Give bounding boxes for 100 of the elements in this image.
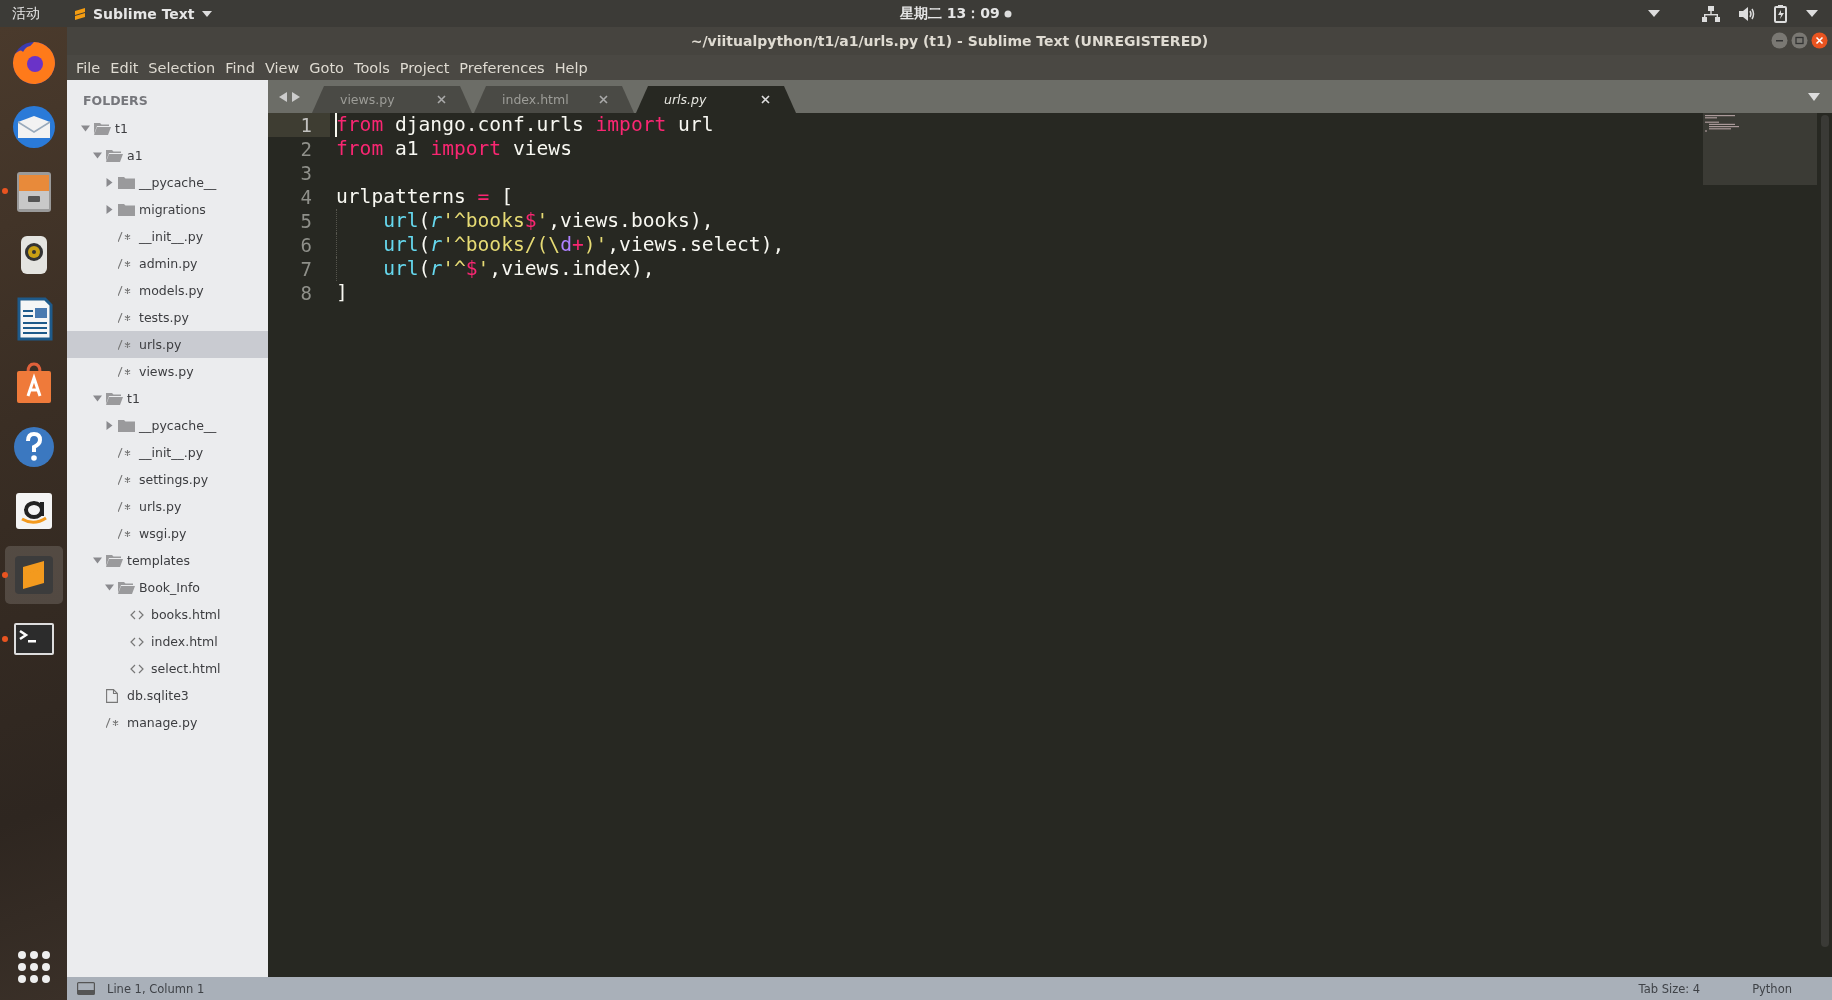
menu-item[interactable]: Selection [143, 59, 221, 76]
code-file-icon [118, 339, 132, 350]
line-number: 7 [299, 257, 313, 281]
tree-item[interactable]: views.py [67, 358, 268, 385]
app-menu[interactable]: Sublime Text [74, 5, 212, 22]
tree-item[interactable]: __init__.py [67, 439, 268, 466]
collapsed-arrow-icon[interactable] [105, 421, 114, 430]
tree-item[interactable]: t1 [67, 115, 268, 142]
menu-item[interactable]: File [71, 59, 106, 76]
tree-item[interactable]: wsgi.py [67, 520, 268, 547]
expanded-arrow-icon[interactable] [93, 151, 102, 160]
line-number: 2 [299, 137, 313, 161]
folder-icon [118, 203, 135, 216]
previous-arrow-icon[interactable] [279, 91, 287, 102]
tree-item[interactable]: db.sqlite3 [67, 682, 268, 709]
battery-icon[interactable] [1774, 4, 1788, 23]
folder-icon [118, 176, 135, 189]
tree-item[interactable]: migrations [67, 196, 268, 223]
code-file-icon [118, 258, 132, 269]
code-file-icon [118, 231, 132, 242]
menu-item[interactable]: View [259, 59, 305, 76]
menu-item[interactable]: Edit [105, 59, 144, 76]
folders-header: FOLDERS [82, 92, 149, 110]
expanded-arrow-icon[interactable] [81, 124, 90, 133]
app-grid-icon[interactable] [16, 950, 51, 984]
code-file-icon [118, 447, 132, 458]
minimize-button[interactable] [1771, 32, 1788, 49]
code-file-icon [118, 285, 132, 296]
tree-item[interactable]: books.html [67, 601, 268, 628]
code-file-icon [106, 717, 120, 728]
window-title: ~/viitualpython/t1/a1/urls.py (t1) - Sublime Text (UNREGISTERED) [690, 33, 1209, 49]
menu-item[interactable]: Help [549, 59, 593, 76]
markup-file-icon [130, 663, 144, 674]
file-icon [106, 688, 118, 703]
open-folder-icon [118, 581, 135, 594]
volume-icon[interactable] [1738, 5, 1756, 22]
line-number: 1 [268, 113, 330, 137]
code-file-icon [118, 501, 132, 512]
caret-icon[interactable] [1648, 9, 1660, 18]
network-icon[interactable] [1702, 5, 1720, 22]
tree-item[interactable]: __pycache__ [67, 412, 268, 439]
markup-file-icon [130, 609, 144, 620]
tree-item[interactable]: admin.py [67, 250, 268, 277]
notification-dot-icon [1003, 9, 1012, 18]
tree-item[interactable]: manage.py [67, 709, 268, 736]
tree-item[interactable]: urls.py [67, 331, 268, 358]
code-line: from django.conf.urls import url [336, 113, 714, 136]
collapsed-arrow-icon[interactable] [105, 205, 114, 214]
syntax-indicator[interactable]: Python [1752, 981, 1792, 996]
tree-item[interactable]: urls.py [67, 493, 268, 520]
expanded-arrow-icon[interactable] [105, 583, 114, 592]
open-folder-icon [94, 122, 111, 135]
code-line: urlpatterns = [ [336, 185, 513, 208]
open-folder-icon [106, 554, 123, 567]
app-logo-icon [74, 6, 86, 21]
close-button[interactable] [1811, 32, 1828, 49]
editor-tab[interactable]: urls.py [636, 86, 796, 113]
code-line: url(r'^books$',views.books), [336, 209, 714, 232]
menu-item[interactable]: Preferences [454, 59, 550, 76]
tree-item[interactable]: t1 [67, 385, 268, 412]
expanded-arrow-icon[interactable] [93, 394, 102, 403]
line-number: 8 [299, 281, 313, 305]
expanded-arrow-icon[interactable] [93, 556, 102, 565]
next-arrow-icon[interactable] [292, 91, 300, 102]
activities-button[interactable]: 活动 [0, 4, 50, 23]
dropdown-arrow-icon[interactable] [1808, 92, 1820, 101]
menu-item[interactable]: Tools [349, 59, 395, 76]
tree-item[interactable]: tests.py [67, 304, 268, 331]
tree-item[interactable]: a1 [67, 142, 268, 169]
code-file-icon [118, 312, 132, 323]
caret-icon[interactable] [1806, 9, 1818, 18]
folder-icon [118, 419, 135, 432]
tree-item[interactable]: settings.py [67, 466, 268, 493]
tree-item[interactable]: __pycache__ [67, 169, 268, 196]
caret-icon [201, 10, 212, 17]
menu-item[interactable]: Goto [304, 59, 349, 76]
clock[interactable]: 星期二 13：09 [900, 4, 1000, 23]
line-number: 6 [299, 233, 313, 257]
menu-item[interactable]: Project [394, 59, 455, 76]
panel-icon[interactable] [77, 982, 95, 995]
tree-item[interactable]: Book_Info [67, 574, 268, 601]
line-number: 5 [299, 209, 313, 233]
tree-item[interactable]: select.html [67, 655, 268, 682]
open-folder-icon [106, 149, 123, 162]
code-line: url(r'^books/(\d+)',views.select), [336, 233, 785, 256]
code-line: ] [336, 281, 348, 304]
line-number: 3 [299, 161, 313, 185]
tree-item[interactable]: models.py [67, 277, 268, 304]
open-folder-icon [106, 392, 123, 405]
tab-size-indicator[interactable]: Tab Size: 4 [1638, 981, 1701, 996]
tree-item[interactable]: templates [67, 547, 268, 574]
tree-item[interactable]: __init__.py [67, 223, 268, 250]
code-file-icon [118, 528, 132, 539]
code-file-icon [118, 474, 132, 485]
code-line: url(r'^$',views.index), [336, 257, 655, 280]
menu-item[interactable]: Find [220, 59, 260, 76]
line-number: 4 [299, 185, 313, 209]
collapsed-arrow-icon[interactable] [105, 178, 114, 187]
tree-item[interactable]: index.html [67, 628, 268, 655]
markup-file-icon [130, 636, 144, 647]
